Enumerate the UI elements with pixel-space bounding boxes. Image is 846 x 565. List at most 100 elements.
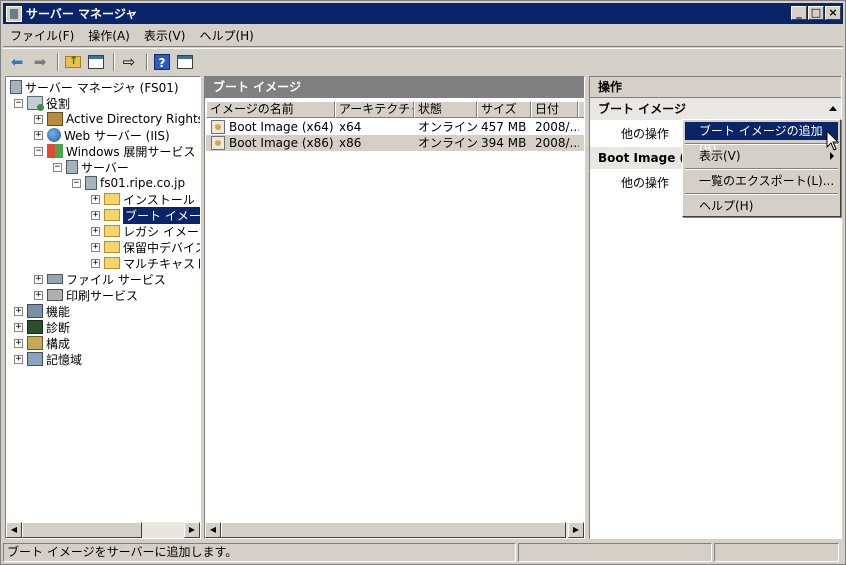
tree-node-roles[interactable]: − 役割 [14, 95, 70, 111]
roles-icon [27, 96, 44, 111]
expand-icon[interactable]: + [91, 242, 100, 252]
expand-icon[interactable]: + [34, 130, 43, 140]
tree-label: サーバー マネージャ (FS01) [25, 80, 179, 95]
toolbar-separator [146, 52, 148, 71]
tree-node-wds[interactable]: − Windows 展開サービス [34, 143, 195, 159]
tree-label: 印刷サービス [66, 288, 139, 303]
expand-icon[interactable]: + [91, 226, 100, 236]
tree-node-file-services[interactable]: + ファイル サービス [34, 271, 166, 287]
column-header-name[interactable]: イメージの名前 [206, 101, 335, 118]
table-row[interactable]: Boot Image (x64) x64 オンライン 457 MB 2008/.… [206, 119, 584, 135]
tree-horizontal-scrollbar[interactable]: ◀ ▶ [6, 522, 200, 538]
show-hide-tree-icon[interactable] [86, 52, 106, 72]
folder-icon [104, 193, 120, 205]
tree-label: 役割 [46, 96, 71, 111]
scroll-left-icon[interactable]: ◀ [205, 522, 221, 538]
expand-icon[interactable]: + [34, 274, 43, 284]
tree-node-storage[interactable]: + 記憶域 [14, 351, 82, 367]
tree-node-servers[interactable]: − サーバー [53, 159, 129, 175]
close-button[interactable]: × [825, 6, 841, 20]
tree-label: fs01.ripe.co.jp [100, 176, 186, 190]
server-manager-window: サーバー マネージャ _ □ × ファイル(F) 操作(A) 表示(V) ヘルプ… [0, 0, 846, 565]
column-header-date[interactable]: 日付 [531, 101, 578, 118]
storage-icon [27, 352, 43, 366]
tree-node-ad-rms[interactable]: + Active Directory Rights Ma [34, 111, 200, 127]
scroll-left-icon[interactable]: ◀ [6, 522, 22, 538]
expand-icon[interactable]: + [14, 322, 23, 332]
tree-node-configuration[interactable]: + 構成 [14, 335, 70, 351]
action-more-actions[interactable]: 他の操作 [621, 125, 669, 142]
expand-icon[interactable]: + [91, 258, 100, 268]
forward-arrow-icon[interactable]: ➡ [30, 52, 50, 72]
column-header-filler [578, 101, 584, 118]
scroll-thumb[interactable] [22, 522, 142, 538]
export-list-icon[interactable]: ⇨ [119, 52, 139, 72]
menu-bar: ファイル(F) 操作(A) 表示(V) ヘルプ(H) [3, 25, 843, 47]
tree-node-print-services[interactable]: + 印刷サービス [34, 287, 138, 303]
minimize-button[interactable]: _ [791, 6, 807, 20]
tree-label: マルチキャスト転 [123, 256, 200, 271]
tree-node-legacy-images[interactable]: + レガシ イメージ [91, 223, 200, 239]
status-panel-2 [518, 543, 712, 562]
back-arrow-icon[interactable]: ⬅ [7, 52, 27, 72]
tree-node-diagnostics[interactable]: + 診断 [14, 319, 70, 335]
toolbar-separator [57, 52, 59, 71]
menu-file[interactable]: ファイル(F) [3, 27, 81, 44]
menu-view[interactable]: 表示(V) [137, 27, 193, 44]
collapse-icon[interactable]: − [34, 146, 43, 156]
expand-icon[interactable]: + [14, 306, 23, 316]
maximize-button[interactable]: □ [808, 6, 824, 20]
tree-label: インストール イメ [123, 192, 200, 207]
expand-icon[interactable]: + [34, 290, 43, 300]
tree-label: ファイル サービス [66, 272, 166, 287]
menu-help[interactable]: ヘルプ(H) [192, 27, 260, 44]
tree-label: Windows 展開サービス [66, 144, 196, 159]
menu-action[interactable]: 操作(A) [81, 27, 137, 44]
table-row[interactable]: Boot Image (x86) x86 オンライン 394 MB 2008/.… [206, 135, 584, 151]
cell-status: オンライン [418, 120, 478, 134]
expand-icon[interactable]: + [91, 210, 100, 220]
action-section-boot-images[interactable]: ブート イメージ [590, 98, 841, 120]
status-text: ブート イメージをサーバーに追加します。 [3, 543, 516, 562]
scroll-right-icon[interactable]: ▶ [184, 522, 200, 538]
show-hide-action-pane-icon[interactable] [175, 52, 195, 72]
expand-icon[interactable]: + [34, 114, 43, 124]
menu-item-export-list[interactable]: 一覧のエクスポート(L)... [685, 172, 838, 190]
tree-node-install-images[interactable]: + インストール イメ [91, 191, 200, 207]
title-bar[interactable]: サーバー マネージャ _ □ × [3, 3, 843, 24]
folder-icon [104, 209, 120, 221]
tree-node-root[interactable]: サーバー マネージャ (FS01) [10, 79, 179, 95]
scroll-thumb[interactable] [221, 522, 566, 538]
server-icon [85, 176, 97, 190]
expand-icon[interactable]: + [91, 194, 100, 204]
collapse-icon[interactable]: − [53, 162, 62, 172]
folder-icon [104, 257, 120, 269]
menu-item-view[interactable]: 表示(V) [685, 147, 838, 165]
file-services-icon [47, 274, 63, 284]
collapse-icon[interactable]: − [72, 178, 81, 188]
tree-node-features[interactable]: + 機能 [14, 303, 70, 319]
menu-item-help[interactable]: ヘルプ(H) [685, 197, 838, 215]
column-header-size[interactable]: サイズ [477, 101, 531, 118]
results-horizontal-scrollbar[interactable]: ◀ ▶ [205, 522, 584, 538]
expand-icon[interactable]: + [14, 338, 23, 348]
tree-node-pending-devices[interactable]: + 保留中デバイス [91, 239, 200, 255]
cell-architecture: x64 [339, 120, 362, 134]
help-icon[interactable]: ? [152, 52, 172, 72]
tree-node-multicast[interactable]: + マルチキャスト転 [91, 255, 200, 271]
tree-label: 診断 [46, 320, 71, 335]
tree-node-boot-images[interactable]: + ブート イメージ [91, 206, 200, 224]
tree-node-web-server[interactable]: + Web サーバー (IIS) [34, 127, 170, 143]
folder-up-icon[interactable] [63, 52, 83, 72]
column-header-status[interactable]: 状態 [414, 101, 477, 118]
expand-icon[interactable]: + [14, 354, 23, 364]
menu-item-add-boot-image[interactable]: ブート イメージの追加(B) [685, 122, 838, 156]
action-more-actions[interactable]: 他の操作 [621, 174, 669, 191]
scroll-right-icon[interactable]: ▶ [568, 522, 584, 538]
collapse-section-icon[interactable] [829, 106, 837, 111]
column-header-architecture[interactable]: アーキテクチャ [335, 101, 414, 118]
server-manager-icon [6, 5, 22, 22]
console-tree-pane: サーバー マネージャ (FS01) − 役割 + Active Director… [5, 76, 201, 539]
collapse-icon[interactable]: − [14, 98, 23, 108]
tree-node-host[interactable]: − fs01.ripe.co.jp [72, 175, 185, 191]
